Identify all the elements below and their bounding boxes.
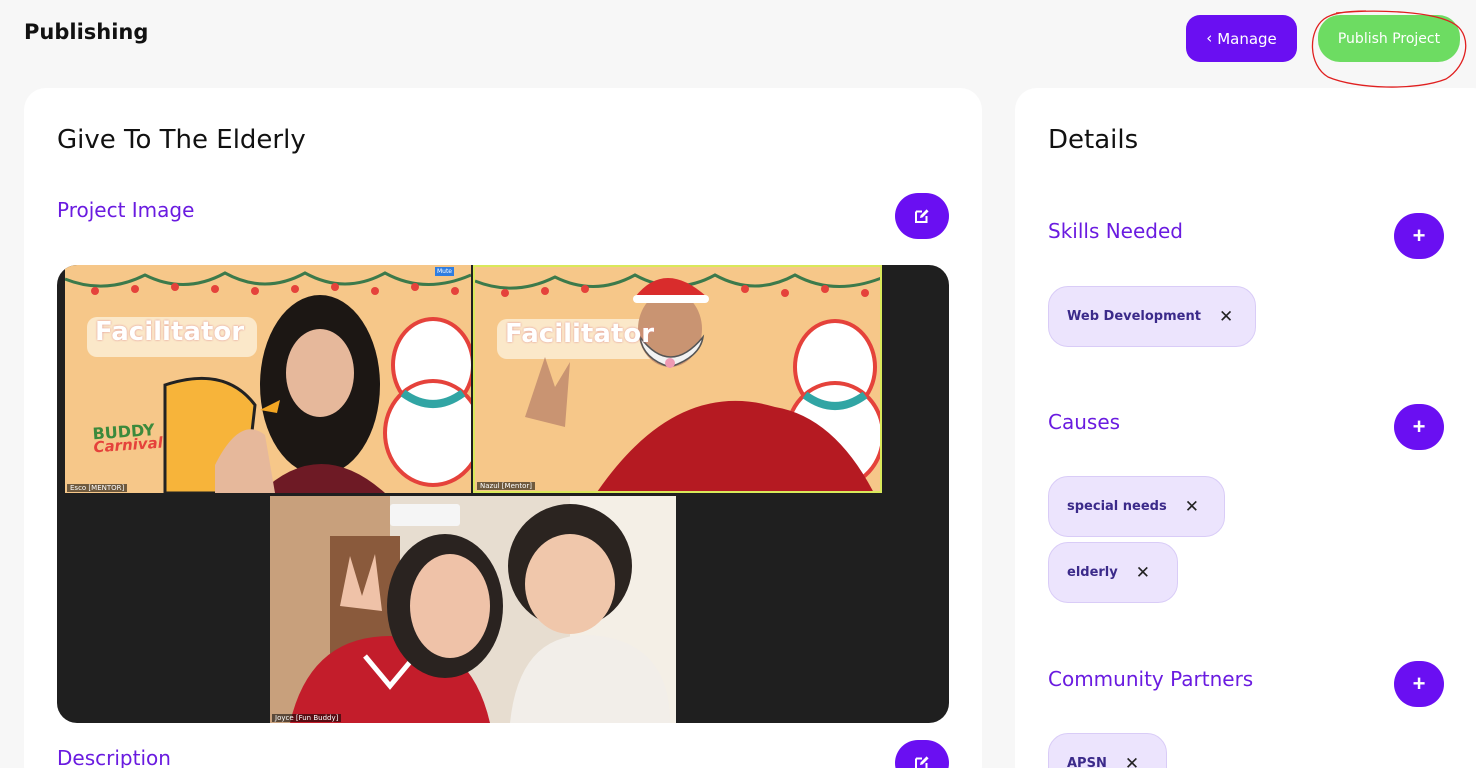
publish-project-label: Publish Project [1337, 30, 1441, 47]
details-card: Details Skills Needed + Web Development … [1015, 88, 1476, 768]
community-partners-label: Community Partners [1048, 667, 1254, 691]
close-icon[interactable]: ✕ [1125, 754, 1139, 768]
project-image: Facilitator BUDDY Carnival Mute Esco [ME… [57, 265, 949, 723]
mute-badge: Mute [434, 267, 454, 276]
tile-2-scene [475, 273, 880, 491]
page-title: Publishing [24, 20, 149, 44]
video-tile-1: Facilitator BUDDY Carnival Mute Esco [ME… [65, 265, 471, 493]
project-image-label: Project Image [57, 198, 195, 222]
tile-2-name: Nazul [Mentor] [477, 482, 535, 490]
video-tile-2: Facilitator Nazul [Mentor] [473, 265, 882, 493]
manage-button-label: Manage [1217, 29, 1277, 48]
plus-icon: + [1412, 414, 1426, 439]
chevron-left-icon: ‹ [1206, 29, 1213, 47]
description-label: Description [57, 746, 171, 768]
edit-image-button[interactable] [895, 193, 949, 239]
tile-3-name: Joyce [Fun Buddy] [272, 714, 342, 722]
cause-tag: elderly ✕ [1048, 542, 1178, 603]
tile-3-scene [270, 496, 676, 723]
close-icon[interactable]: ✕ [1219, 307, 1233, 327]
plus-icon: + [1412, 671, 1426, 696]
skills-needed-label: Skills Needed [1048, 219, 1183, 243]
video-tile-3: Joyce [Fun Buddy] [270, 496, 676, 723]
tile-1-backdrop-text: Facilitator [95, 317, 245, 347]
cause-tag: special needs ✕ [1048, 476, 1225, 537]
publish-project-button[interactable]: Publish Project [1318, 15, 1460, 62]
manage-button[interactable]: ‹ Manage [1186, 15, 1297, 62]
tag-label: elderly [1067, 565, 1118, 580]
add-partner-button[interactable]: + [1394, 661, 1444, 707]
edit-icon [915, 756, 929, 768]
add-skill-button[interactable]: + [1394, 213, 1444, 259]
tile-1-name: Esco [MENTOR] [67, 484, 128, 492]
close-icon[interactable]: ✕ [1136, 563, 1150, 583]
project-title: Give To The Elderly [57, 125, 306, 155]
close-icon[interactable]: ✕ [1185, 497, 1199, 517]
add-cause-button[interactable]: + [1394, 404, 1444, 450]
edit-icon [915, 209, 929, 223]
partner-tag: APSN ✕ [1048, 733, 1167, 768]
tile-2-backdrop-text: Facilitator [505, 319, 655, 349]
tile-1-brand: BUDDY Carnival [92, 420, 163, 457]
plus-icon: + [1412, 223, 1426, 248]
edit-description-button[interactable] [895, 740, 949, 768]
causes-label: Causes [1048, 410, 1121, 434]
details-title: Details [1048, 125, 1139, 155]
tile-1-scene [65, 271, 471, 493]
tag-label: APSN [1067, 756, 1107, 768]
tag-label: special needs [1067, 499, 1167, 514]
tag-label: Web Development [1067, 309, 1201, 324]
project-card: Give To The Elderly Project Image Facili… [24, 88, 982, 768]
skill-tag: Web Development ✕ [1048, 286, 1256, 347]
